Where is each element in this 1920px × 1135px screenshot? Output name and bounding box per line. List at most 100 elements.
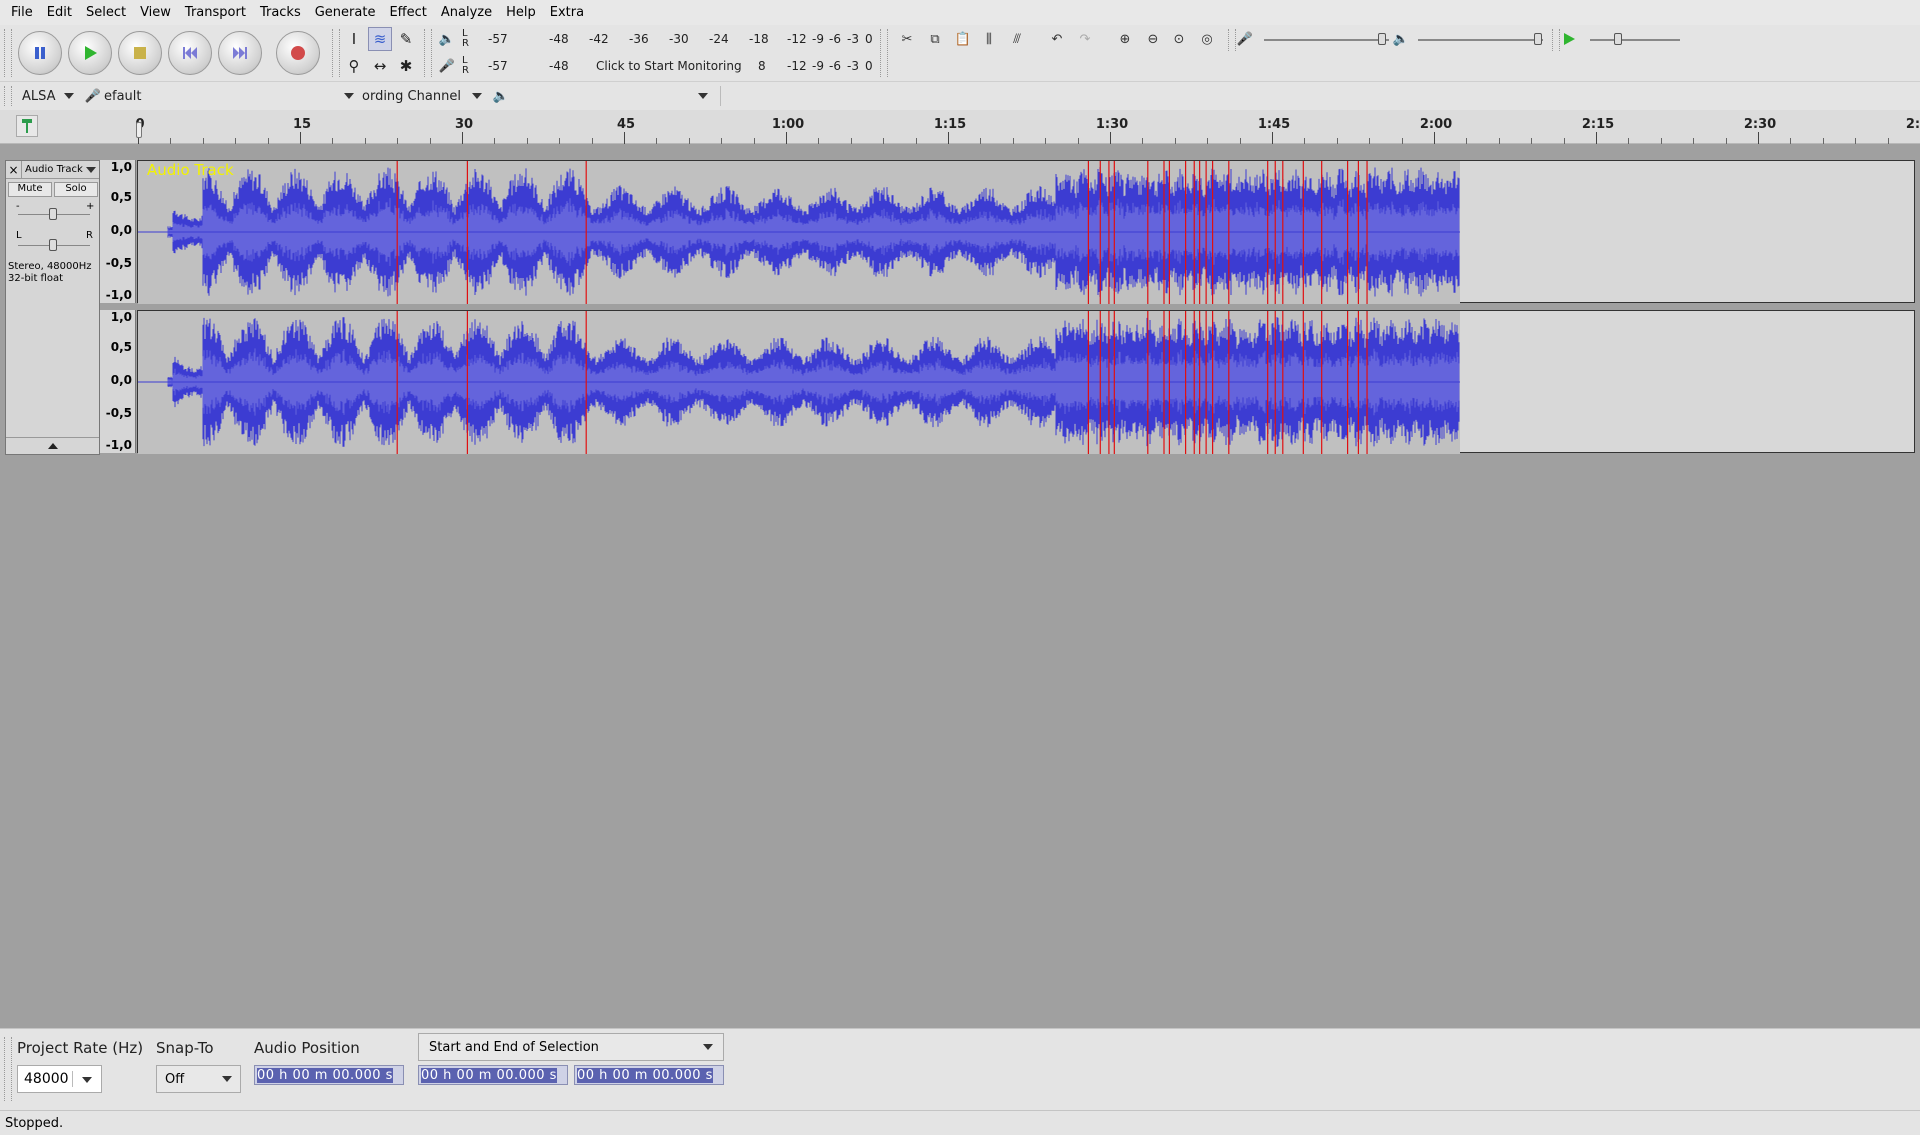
- copy-button[interactable]: ⧉: [924, 28, 946, 50]
- play-at-speed-button[interactable]: [1558, 28, 1580, 50]
- solo-button[interactable]: Solo: [54, 182, 98, 197]
- toolbars: I ≋ ✎ ⚲ ↔ ✱ 🔈 LR -57 -48 -42 -36 -30 -24…: [0, 25, 1920, 81]
- silence-button[interactable]: ⫻: [1006, 28, 1028, 50]
- paste-button[interactable]: 📋: [952, 28, 974, 50]
- menu-help[interactable]: Help: [499, 5, 543, 20]
- menu-edit[interactable]: Edit: [40, 5, 79, 20]
- recording-volume-slider[interactable]: [1264, 39, 1389, 41]
- trim-button[interactable]: ⫼: [978, 28, 1000, 50]
- menu-generate[interactable]: Generate: [308, 5, 383, 20]
- track-name: Audio Track: [25, 164, 83, 175]
- timeline-ruler[interactable]: 01530451:001:151:301:452:002:152:302:45: [0, 110, 1920, 144]
- recording-meter[interactable]: LR -57 -48 Click to Start Monitoring 8 -…: [462, 55, 874, 77]
- zoom-tool[interactable]: ⚲: [342, 54, 366, 78]
- meter-tick: -3: [847, 59, 859, 73]
- gain-slider-knob[interactable]: [49, 208, 57, 220]
- audio-clip-left-channel[interactable]: [138, 161, 1460, 304]
- cut-button[interactable]: ✂: [896, 28, 918, 50]
- time-shift-tool[interactable]: ↔: [368, 54, 392, 78]
- chevron-down-icon: [222, 1076, 232, 1082]
- zoom-out-button[interactable]: ⊖: [1142, 28, 1164, 50]
- toolbar-grip[interactable]: [332, 29, 340, 77]
- meter-tick: -3: [847, 32, 859, 46]
- toolbar-grip[interactable]: [880, 29, 888, 77]
- audio-host-select[interactable]: ALSA: [22, 85, 74, 107]
- audio-clip-right-channel[interactable]: [138, 311, 1460, 454]
- recording-channels-value: ording Channel: [362, 88, 461, 104]
- pan-slider-knob[interactable]: [49, 239, 57, 251]
- meter-tick: -6: [829, 59, 841, 73]
- track-menu-button[interactable]: Audio Track: [22, 164, 99, 175]
- monitor-label[interactable]: Click to Start Monitoring: [596, 59, 742, 73]
- slider-knob[interactable]: [1378, 33, 1386, 45]
- slider-knob[interactable]: [1614, 33, 1622, 45]
- fit-project-button[interactable]: ◎: [1196, 28, 1218, 50]
- microphone-icon: 🎤: [1236, 31, 1254, 47]
- playhead-marker[interactable]: [136, 122, 142, 138]
- ruler-minor-tick: [1531, 138, 1533, 144]
- menu-transport[interactable]: Transport: [178, 5, 253, 20]
- record-button[interactable]: [276, 31, 320, 75]
- project-rate-value[interactable]: 48000: [18, 1071, 73, 1087]
- playback-device-select[interactable]: [516, 85, 708, 107]
- envelope-tool[interactable]: ≋: [368, 27, 392, 51]
- menu-file[interactable]: File: [4, 5, 40, 20]
- menu-tracks[interactable]: Tracks: [253, 5, 308, 20]
- draw-tool[interactable]: ✎: [394, 27, 418, 51]
- ruler-major-tick: [1272, 132, 1273, 144]
- menu-effect[interactable]: Effect: [382, 5, 433, 20]
- meter-tick: -12: [787, 59, 807, 73]
- play-speed-slider[interactable]: [1590, 39, 1680, 41]
- close-track-button[interactable]: ×: [6, 161, 22, 178]
- fit-project-icon: ◎: [1201, 31, 1213, 47]
- fit-selection-button[interactable]: ⊙: [1168, 28, 1190, 50]
- ruler-minor-tick: [1401, 138, 1403, 144]
- project-rate-combo[interactable]: 48000: [17, 1065, 102, 1093]
- selection-mode-value: Start and End of Selection: [429, 1039, 599, 1055]
- slider-knob[interactable]: [1534, 33, 1542, 45]
- selection-end-time[interactable]: 00 h 00 m 00.000 s: [574, 1065, 724, 1085]
- toolbar-grip[interactable]: [4, 86, 12, 106]
- toolbar-grip[interactable]: [424, 29, 432, 77]
- audio-position-label: Audio Position: [254, 1039, 360, 1057]
- ruler-minor-tick: [591, 138, 593, 144]
- redo-button[interactable]: ↷: [1074, 28, 1096, 50]
- playback-volume-slider[interactable]: [1418, 39, 1543, 41]
- pan-right-label: R: [86, 230, 93, 241]
- vertical-scale-right-channel[interactable]: 1,0 0,5 0,0 -0,5 -1,0: [100, 310, 136, 453]
- skip-to-start-button[interactable]: [168, 31, 212, 75]
- recording-device-select[interactable]: efault: [104, 85, 354, 107]
- pencil-icon: ✎: [399, 30, 413, 48]
- snap-to-select[interactable]: Off: [156, 1065, 241, 1093]
- selection-tool[interactable]: I: [342, 27, 366, 51]
- menu-analyze[interactable]: Analyze: [434, 5, 499, 20]
- toolbar-grip[interactable]: [4, 29, 12, 77]
- menu-select[interactable]: Select: [79, 5, 133, 20]
- ruler-minor-tick: [267, 138, 269, 144]
- skip-to-end-button[interactable]: [218, 31, 262, 75]
- playback-meter[interactable]: LR -57 -48 -42 -36 -30 -24 -18 -12 -9 -6…: [462, 28, 874, 50]
- ruler-tick-label: 2:00: [1419, 117, 1453, 132]
- toolbar-grip[interactable]: [4, 1037, 12, 1101]
- mute-button[interactable]: Mute: [8, 182, 52, 197]
- close-icon: ×: [8, 162, 19, 177]
- zoom-out-icon: ⊖: [1147, 31, 1159, 47]
- collapse-track-button[interactable]: [6, 437, 99, 454]
- meter-tick: -48: [549, 32, 569, 46]
- snap-to-label: Snap-To: [156, 1039, 214, 1057]
- recording-channels-select[interactable]: ording Channel: [362, 85, 482, 107]
- chevron-down-icon: [344, 93, 354, 99]
- menu-extra[interactable]: Extra: [543, 5, 591, 20]
- vertical-scale-left-channel[interactable]: 1,0 0,5 0,0 -0,5 -1,0: [100, 160, 136, 303]
- stop-button[interactable]: [118, 31, 162, 75]
- project-rate-dropdown[interactable]: [73, 1071, 101, 1087]
- selection-start-time[interactable]: 00 h 00 m 00.000 s: [418, 1065, 568, 1085]
- selection-mode-select[interactable]: Start and End of Selection: [418, 1033, 724, 1061]
- pause-button[interactable]: [18, 31, 62, 75]
- audio-position-time[interactable]: 00 h 00 m 00.000 s: [254, 1065, 404, 1085]
- undo-button[interactable]: ↶: [1046, 28, 1068, 50]
- menu-view[interactable]: View: [133, 5, 178, 20]
- multi-tool[interactable]: ✱: [394, 54, 418, 78]
- zoom-in-button[interactable]: ⊕: [1114, 28, 1136, 50]
- play-button[interactable]: [68, 31, 112, 75]
